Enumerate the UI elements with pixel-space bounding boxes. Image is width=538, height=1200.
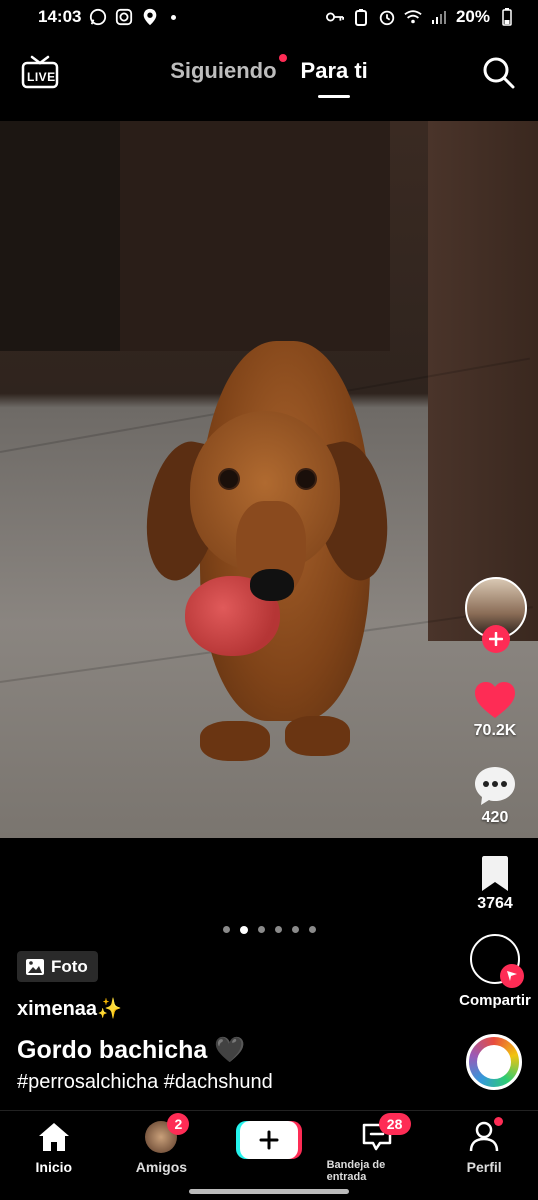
feed-tabs: Siguiendo Para ti	[0, 54, 538, 98]
status-time: 14:03	[38, 7, 82, 26]
profile-icon	[469, 1121, 499, 1152]
background-door	[120, 121, 390, 351]
background-cabinet	[0, 121, 120, 351]
plus-icon	[259, 1130, 279, 1150]
status-bar: 14:03 20%	[0, 0, 538, 34]
tab-following-notification-dot	[278, 54, 287, 62]
comment-button[interactable]: 420	[445, 765, 538, 827]
nav-friends-label: Amigos	[135, 1159, 188, 1175]
signal-icon	[430, 8, 448, 26]
dog-eye-left	[218, 468, 240, 490]
battery-icon	[498, 8, 516, 26]
carousel-dot	[239, 925, 248, 934]
like-count: 70.2K	[473, 722, 517, 739]
key-icon	[325, 8, 344, 26]
instagram-icon	[115, 8, 133, 26]
plus-icon	[489, 632, 503, 646]
home-indicator	[189, 1189, 349, 1194]
tab-following[interactable]: Siguiendo	[170, 54, 287, 98]
dog-paw-right	[285, 716, 350, 756]
nav-home-label: Inicio	[35, 1159, 73, 1175]
nav-inbox[interactable]: 28 Bandeja de entrada	[326, 1113, 427, 1183]
photo-icon	[26, 958, 44, 975]
wifi-icon	[404, 8, 422, 26]
bottom-navigation: Inicio 2 Amigos 28 Bandeja de entrada Pe…	[0, 1110, 538, 1200]
home-icon	[38, 1123, 69, 1151]
comment-icon	[475, 767, 515, 805]
nav-profile-label: Perfil	[466, 1159, 502, 1175]
share-label: Compartir	[459, 992, 531, 1009]
tab-following-label: Siguiendo	[170, 58, 277, 83]
inbox-count-badge: 28	[378, 1113, 411, 1135]
like-button[interactable]: 70.2K	[445, 680, 538, 740]
music-cover	[477, 1045, 511, 1079]
heart-icon	[475, 682, 515, 718]
nav-home[interactable]: Inicio	[4, 1121, 104, 1175]
creator-avatar[interactable]	[465, 577, 527, 653]
dog-eye-right	[295, 468, 317, 490]
photo-type-label: Foto	[51, 956, 88, 976]
follow-button[interactable]	[482, 625, 510, 653]
nav-create[interactable]	[219, 1121, 319, 1159]
dog-paw-left	[200, 721, 270, 761]
background-door-frame	[428, 121, 538, 641]
post-caption: Gordo bachicha 🖤	[17, 1036, 246, 1064]
tab-for-you[interactable]: Para ti	[301, 58, 368, 98]
carousel-indicator	[0, 925, 538, 934]
share-circle	[470, 934, 524, 988]
bookmark-button[interactable]: 3764	[445, 855, 538, 913]
dog-nose	[250, 569, 294, 601]
whatsapp-icon	[89, 8, 107, 26]
nav-profile[interactable]: Perfil	[434, 1117, 534, 1175]
carousel-dot	[308, 926, 316, 933]
carousel-dot	[291, 926, 299, 933]
music-disc[interactable]	[466, 1034, 522, 1090]
search-button[interactable]	[482, 56, 516, 90]
alarm-icon	[378, 8, 396, 26]
friends-count-badge: 2	[167, 1113, 190, 1135]
carousel-dot	[274, 926, 282, 933]
bookmark-icon	[482, 856, 508, 891]
location-icon	[141, 8, 159, 26]
nav-inbox-label: Bandeja de entrada	[326, 1159, 386, 1183]
search-icon	[483, 57, 515, 89]
carousel-dot	[222, 926, 230, 933]
notification-dot-icon	[171, 14, 177, 20]
tab-for-you-label: Para ti	[300, 58, 368, 83]
post-hashtags[interactable]: #perrosalchicha #dachshund	[17, 1071, 273, 1094]
bookmark-count: 3764	[477, 895, 513, 912]
create-button[interactable]	[239, 1121, 298, 1159]
share-arrow-icon	[507, 971, 517, 981]
battery-saver-icon	[352, 8, 370, 26]
battery-percent: 20%	[455, 7, 490, 26]
nav-friends[interactable]: 2 Amigos	[111, 1113, 211, 1175]
photo-type-badge: Foto	[17, 951, 98, 982]
comment-count: 420	[481, 809, 509, 826]
carousel-dot	[257, 926, 265, 933]
top-navigation: LIVE Siguiendo Para ti	[0, 40, 538, 110]
profile-notification-dot	[494, 1117, 504, 1126]
share-button[interactable]: Compartir	[445, 934, 538, 1009]
post-username[interactable]: ximenaa✨	[17, 996, 122, 1021]
share-badge	[500, 964, 524, 988]
